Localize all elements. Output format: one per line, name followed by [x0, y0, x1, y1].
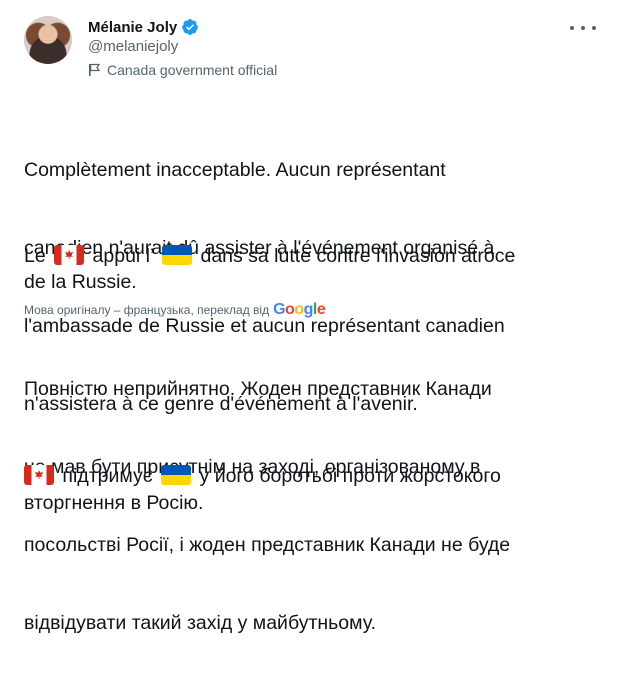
- more-options-icon[interactable]: [570, 18, 596, 38]
- government-flag-icon: [89, 63, 101, 76]
- tweet: Mélanie Joly @melaniejoly Canada governm…: [0, 0, 618, 634]
- verified-badge-icon: [182, 19, 199, 35]
- text-line: посольстві Росії, і жоден представник Ка…: [24, 534, 511, 556]
- ukraine-flag-emoji: [162, 245, 193, 265]
- original-flag-line-2: de la Russie.: [24, 271, 137, 293]
- government-label-text: Canada government official: [107, 62, 278, 78]
- author-handle[interactable]: @melaniejoly: [88, 38, 178, 55]
- avatar[interactable]: [24, 16, 72, 64]
- text-fragment: Le: [24, 245, 46, 267]
- author-name[interactable]: Mélanie Joly: [88, 19, 177, 36]
- google-logo[interactable]: Google: [273, 301, 326, 319]
- text-fragment: dans sa lutte contre l'invasion atroce: [200, 245, 516, 267]
- canada-flag-emoji: [24, 465, 54, 485]
- government-label[interactable]: Canada government official: [88, 62, 277, 78]
- original-flag-line: Le appui l’ dans sa lutte contre l'invas…: [24, 243, 594, 269]
- text-fragment: appui l’: [92, 245, 154, 267]
- text-fragment: підтримує: [62, 465, 153, 487]
- translation-note-text: Мова оригіналу – французька, переклад ві…: [24, 303, 270, 317]
- translated-flag-line-2: вторгнення в Росію.: [24, 492, 204, 514]
- text-line: відвідувати такий захід у майбутньому.: [24, 612, 376, 634]
- translated-flag-line: підтримує у його боротьбі проти жорстоко…: [24, 463, 594, 489]
- ukraine-flag-emoji: [161, 465, 192, 485]
- text-fragment: у його боротьбі проти жорстокого: [199, 465, 501, 487]
- author-name-row[interactable]: Mélanie Joly: [88, 16, 199, 38]
- text-line: Complètement inacceptable. Aucun représe…: [24, 159, 446, 181]
- canada-flag-emoji: [54, 245, 85, 265]
- translation-note[interactable]: Мова оригіналу – французька, переклад ві…: [24, 301, 326, 319]
- text-line: Повністю неприйнятно. Жоден представник …: [24, 378, 492, 400]
